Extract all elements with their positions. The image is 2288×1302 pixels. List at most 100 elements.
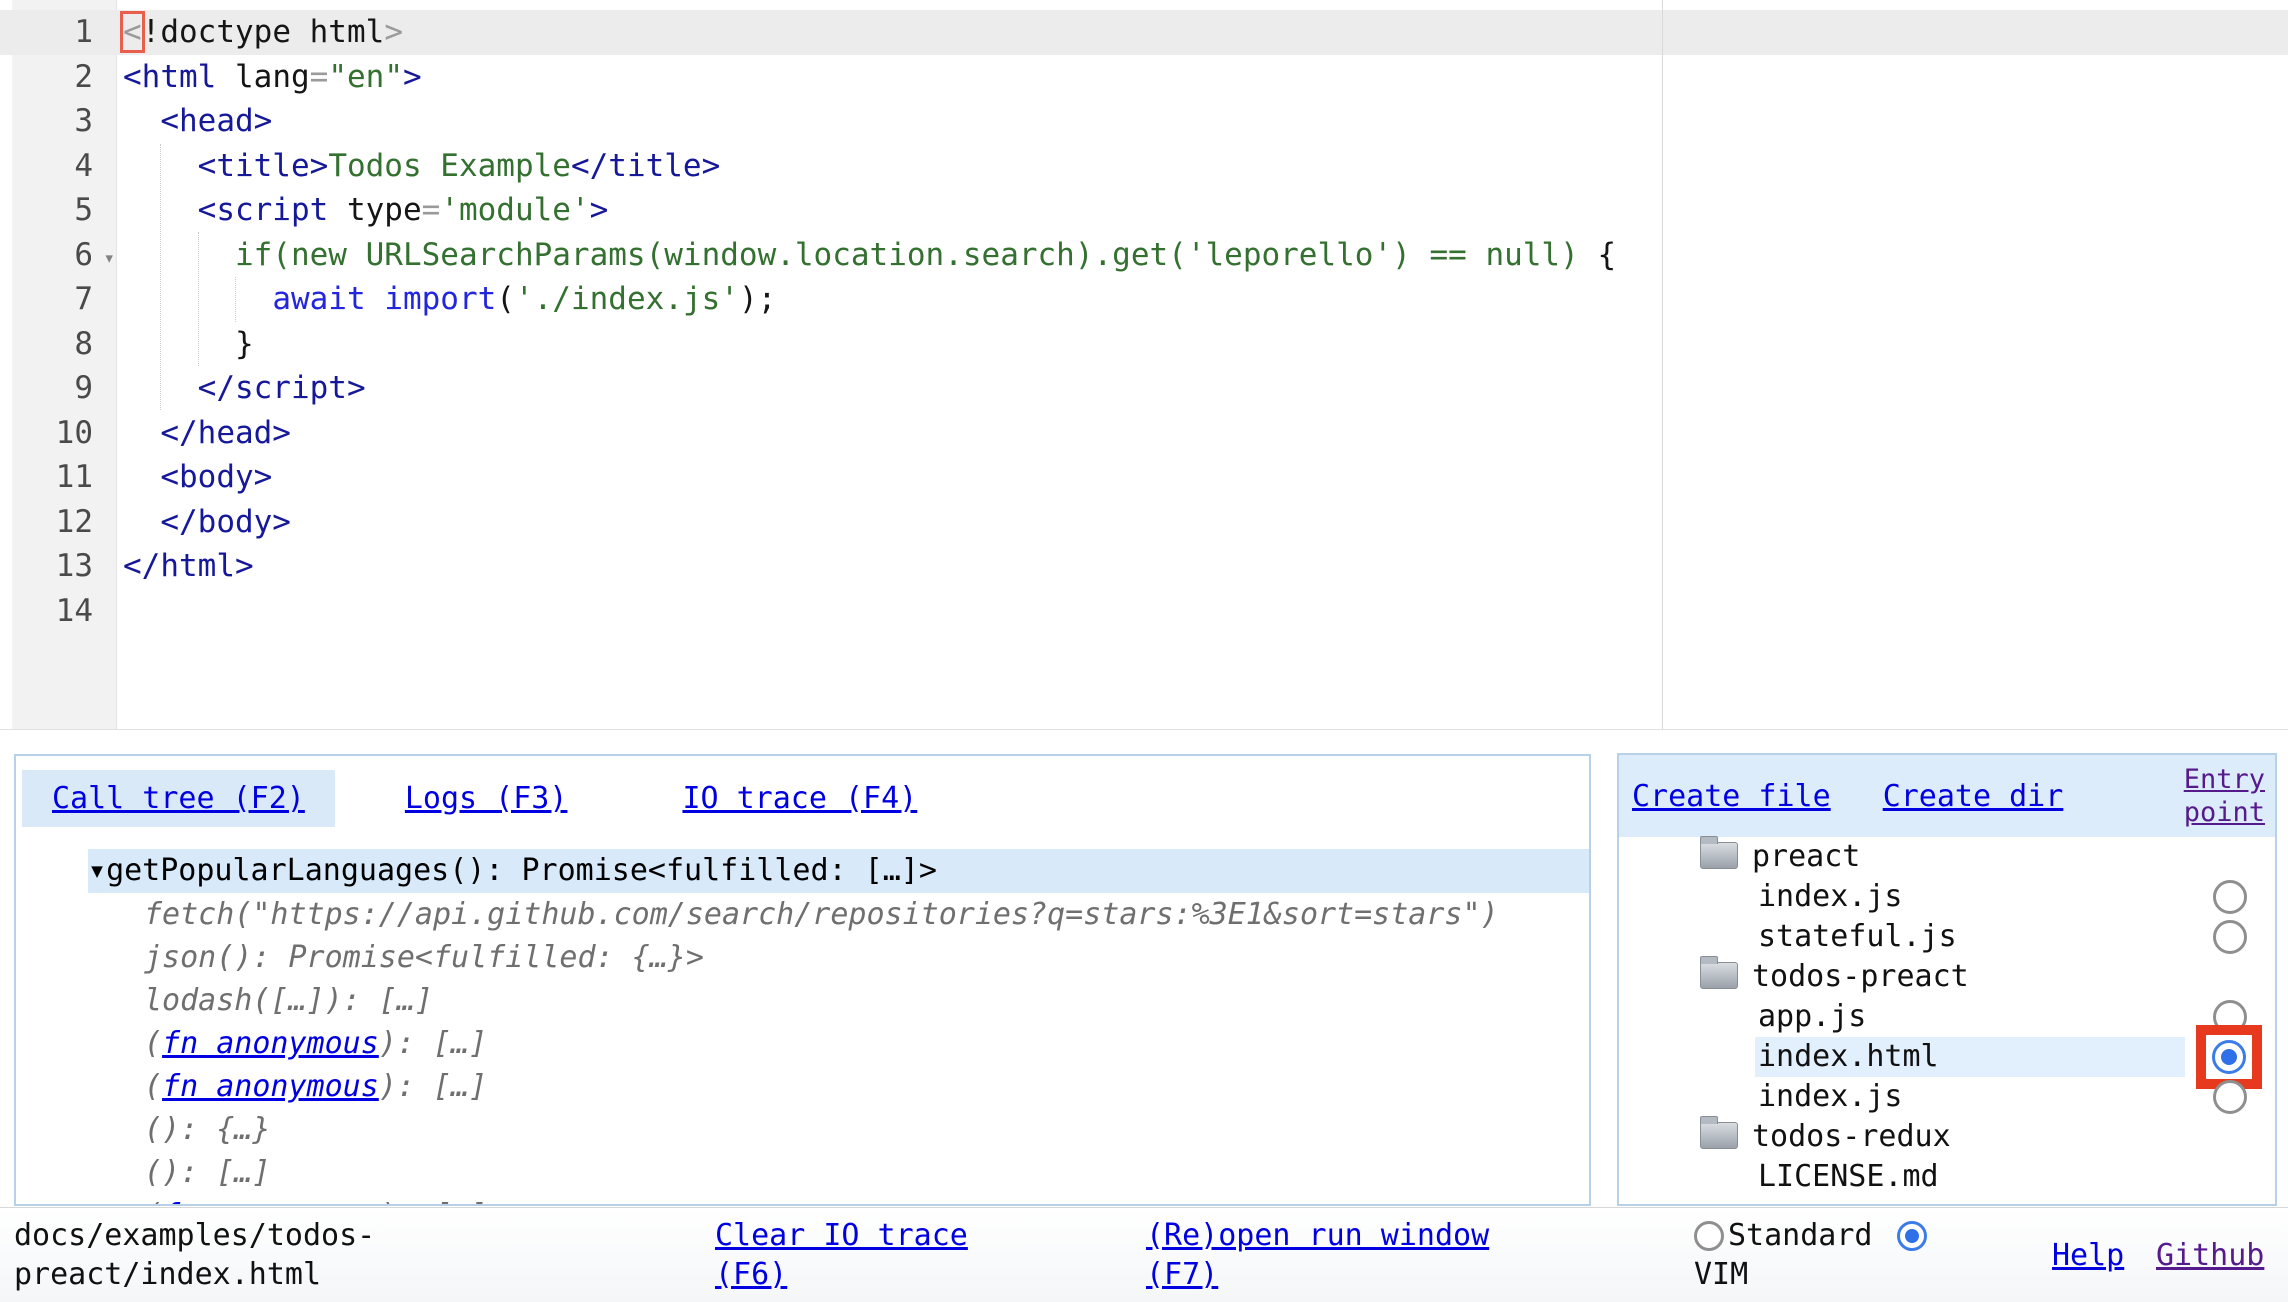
call-tree-root-row[interactable]: ▾getPopularLanguages(): Promise<fulfille… bbox=[88, 849, 1589, 893]
code-line-12[interactable]: 12 </body> bbox=[0, 500, 2288, 545]
expand-arrow-icon[interactable]: ▾ bbox=[88, 853, 106, 888]
code-line-text: <!doctype html> bbox=[117, 10, 403, 55]
call-tree: ▾getPopularLanguages(): Promise<fulfille… bbox=[16, 849, 1589, 1206]
tab-call-tree[interactable]: Call tree (F2) bbox=[22, 770, 335, 827]
code-token bbox=[123, 148, 198, 184]
folder-icon bbox=[1700, 1122, 1738, 1149]
code-token bbox=[123, 415, 160, 451]
line-number-text: 3 bbox=[74, 103, 93, 139]
call-tree-row[interactable]: (fn anonymous): […] bbox=[16, 1022, 1589, 1065]
file-name: preact bbox=[1752, 839, 1860, 874]
file-row-index.html[interactable]: index.html bbox=[1619, 1037, 2275, 1077]
file-row-app.js[interactable]: app.js bbox=[1619, 997, 2275, 1037]
code-token: = bbox=[310, 59, 329, 95]
code-token bbox=[123, 504, 160, 540]
code-line-11[interactable]: 11 <body> bbox=[0, 455, 2288, 500]
file-browser-header: Create file Create dir Entry point bbox=[1619, 755, 2275, 837]
line-number: 8 bbox=[0, 322, 117, 367]
entry-point-radio[interactable] bbox=[2213, 920, 2247, 954]
code-token: > bbox=[403, 59, 422, 95]
code-line-4[interactable]: 4 <title>Todos Example</title> bbox=[0, 144, 2288, 189]
call-tree-row[interactable]: json(): Promise<fulfilled: {…}> bbox=[16, 936, 1589, 979]
folder-row-preact[interactable]: preact bbox=[1619, 837, 2275, 877]
file-name: todos-preact bbox=[1752, 959, 1969, 994]
vim-keybinding-radio[interactable] bbox=[1897, 1221, 1927, 1251]
line-number-text: 10 bbox=[56, 415, 93, 451]
code-line-6[interactable]: 6▾ if(new URLSearchParams(window.locatio… bbox=[0, 233, 2288, 278]
code-line-5[interactable]: 5 <script type='module'> bbox=[0, 188, 2288, 233]
line-number: 12 bbox=[0, 500, 117, 545]
line-number: 4 bbox=[0, 144, 117, 189]
line-number-text: 13 bbox=[56, 548, 93, 584]
file-row-index.js[interactable]: index.js bbox=[1619, 877, 2275, 917]
code-token bbox=[123, 237, 235, 273]
code-line-3[interactable]: 3 <head> bbox=[0, 99, 2288, 144]
code-token: ); bbox=[739, 281, 776, 317]
call-tree-row[interactable]: (fn anonymous): […] bbox=[16, 1194, 1589, 1206]
code-line-9[interactable]: 9 </script> bbox=[0, 366, 2288, 411]
code-token bbox=[123, 370, 198, 406]
call-tree-row[interactable]: (fn anonymous): […] bbox=[16, 1065, 1589, 1108]
entry-point-radio[interactable] bbox=[2213, 880, 2247, 914]
file-tree: preactindex.jsstateful.jstodos-preactapp… bbox=[1619, 837, 2275, 1197]
entry-point-header-link[interactable]: Entry point bbox=[2131, 763, 2265, 829]
call-tree-row[interactable]: lodash([…]): […] bbox=[16, 979, 1589, 1022]
code-token: !doctype html bbox=[142, 14, 385, 50]
code-token: > bbox=[590, 192, 609, 228]
code-line-1[interactable]: 1<!doctype html> bbox=[0, 10, 2288, 55]
code-token: <script bbox=[198, 192, 329, 228]
call-tree-row[interactable]: (): […] bbox=[16, 1151, 1589, 1194]
call-tree-row[interactable]: fetch("https://api.github.com/search/rep… bbox=[16, 893, 1589, 936]
current-file-path: docs/examples/todos-preact/index.html bbox=[14, 1216, 382, 1294]
code-line-2[interactable]: 2<html lang="en"> bbox=[0, 55, 2288, 100]
code-token: </body> bbox=[160, 504, 291, 540]
call-text: ): […] bbox=[379, 1198, 487, 1206]
github-link[interactable]: Github bbox=[2156, 1238, 2264, 1273]
tab-io-trace[interactable]: IO trace (F4) bbox=[682, 781, 917, 816]
code-line-text: </body> bbox=[117, 500, 291, 545]
fold-arrow-icon[interactable]: ▾ bbox=[104, 236, 115, 281]
clear-io-trace-button[interactable]: Clear IO trace (F6) bbox=[715, 1216, 1015, 1294]
standard-keybinding-radio[interactable] bbox=[1694, 1221, 1724, 1251]
anonymous-fn-link[interactable]: fn anonymous bbox=[162, 1069, 379, 1104]
call-tree-root-label: getPopularLanguages(): Promise<fulfilled… bbox=[106, 853, 937, 888]
entry-point-radio[interactable] bbox=[2213, 1080, 2247, 1114]
file-row-stateful.js[interactable]: stateful.js bbox=[1619, 917, 2275, 957]
code-line-13[interactable]: 13</html> bbox=[0, 544, 2288, 589]
entry-point-radio[interactable] bbox=[2212, 1040, 2246, 1074]
reopen-run-window-button[interactable]: (Re)open run window (F7) bbox=[1146, 1216, 1526, 1294]
create-file-button[interactable]: Create file bbox=[1632, 779, 1831, 814]
code-token: </script> bbox=[198, 370, 366, 406]
code-token: </head> bbox=[160, 415, 291, 451]
file-row-index.js[interactable]: index.js bbox=[1619, 1077, 2275, 1117]
folder-row-todos-preact[interactable]: todos-preact bbox=[1619, 957, 2275, 997]
code-token: lang bbox=[216, 59, 309, 95]
code-line-8[interactable]: 8 } bbox=[0, 322, 2288, 367]
call-text: ): […] bbox=[379, 1026, 487, 1061]
file-name: stateful.js bbox=[1758, 919, 1957, 954]
file-name: todos-redux bbox=[1752, 1119, 1951, 1154]
call-text: (): {…} bbox=[144, 1112, 270, 1147]
file-row-LICENSE.md[interactable]: LICENSE.md bbox=[1619, 1157, 2275, 1197]
code-line-7[interactable]: 7 await import('./index.js'); bbox=[0, 277, 2288, 322]
code-line-text: } bbox=[117, 322, 254, 367]
file-name: index.html bbox=[1758, 1039, 1939, 1074]
code-line-text: <head> bbox=[117, 99, 272, 144]
code-line-text: <body> bbox=[117, 455, 272, 500]
code-line-14[interactable]: 14 bbox=[0, 589, 2288, 634]
code-token: } bbox=[123, 326, 254, 362]
create-dir-button[interactable]: Create dir bbox=[1883, 779, 2064, 814]
anonymous-fn-link[interactable]: fn anonymous bbox=[162, 1198, 379, 1206]
help-link[interactable]: Help bbox=[2052, 1238, 2124, 1273]
standard-keybinding-label: Standard bbox=[1728, 1216, 1873, 1255]
vim-keybinding-label: VIM bbox=[1694, 1255, 1748, 1294]
line-number: 14 bbox=[0, 589, 117, 634]
line-number: 13 bbox=[0, 544, 117, 589]
code-editor[interactable]: 1<!doctype html>2<html lang="en">3 <head… bbox=[0, 0, 2288, 730]
anonymous-fn-link[interactable]: fn anonymous bbox=[162, 1026, 379, 1061]
code-line-10[interactable]: 10 </head> bbox=[0, 411, 2288, 456]
call-text: ( bbox=[144, 1069, 162, 1104]
tab-logs[interactable]: Logs (F3) bbox=[405, 781, 568, 816]
call-tree-row[interactable]: (): {…} bbox=[16, 1108, 1589, 1151]
folder-row-todos-redux[interactable]: todos-redux bbox=[1619, 1117, 2275, 1157]
